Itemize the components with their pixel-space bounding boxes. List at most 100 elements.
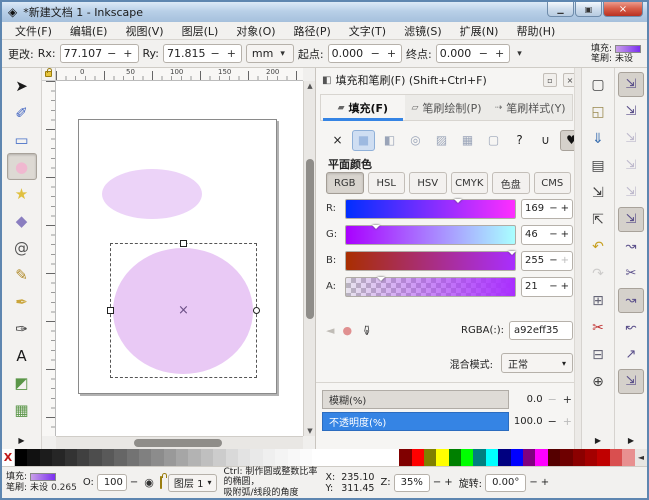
red-plus-button[interactable]: + bbox=[561, 203, 569, 214]
alpha-minus-button[interactable]: − bbox=[549, 281, 557, 292]
minimize-button[interactable]: ▁ bbox=[547, 2, 574, 17]
colorspace-rgb[interactable]: RGB bbox=[326, 172, 364, 194]
blue-spinbox[interactable]: 255 − + bbox=[521, 251, 573, 271]
snap-node-button[interactable]: ⇲ bbox=[618, 207, 644, 232]
menu-help[interactable]: 帮助(H) bbox=[507, 22, 564, 40]
zoom-minus-button[interactable]: − bbox=[433, 477, 441, 488]
close-button[interactable]: × bbox=[603, 2, 643, 17]
layer-lock-icon[interactable] bbox=[160, 477, 162, 488]
vertical-scrollbar-thumb[interactable] bbox=[306, 159, 314, 319]
palette-swatch[interactable] bbox=[374, 449, 386, 466]
palette-swatch[interactable] bbox=[337, 449, 349, 466]
palette-swatch[interactable] bbox=[77, 449, 89, 466]
fill-stroke-indicator[interactable]: 填充: 笔刷: 未设 bbox=[591, 44, 641, 64]
fill-rule-even-odd-button[interactable]: ∪ bbox=[534, 130, 557, 151]
palette-swatch[interactable] bbox=[52, 449, 64, 466]
start-value[interactable]: 0.000 bbox=[332, 47, 366, 60]
canvas-viewport[interactable]: × bbox=[56, 81, 303, 436]
rx-value[interactable]: 77.107 bbox=[64, 47, 103, 60]
ry-plus-button[interactable]: + bbox=[225, 47, 238, 60]
palette-swatch[interactable] bbox=[486, 449, 498, 466]
start-spinbox[interactable]: 0.000 − + bbox=[328, 44, 402, 63]
red-minus-button[interactable]: − bbox=[549, 203, 557, 214]
horizontal-scrollbar-thumb[interactable] bbox=[134, 439, 222, 447]
colorspace-cmyk[interactable]: CMYK bbox=[451, 172, 489, 194]
palette-swatch[interactable] bbox=[40, 449, 52, 466]
box-3d-tool[interactable]: ◆ bbox=[7, 207, 37, 234]
palette-swatch[interactable] bbox=[250, 449, 262, 466]
palette-swatch[interactable] bbox=[424, 449, 436, 466]
object-opacity-minus-button[interactable]: − bbox=[130, 477, 138, 488]
gradient-tool[interactable]: ◩ bbox=[7, 369, 37, 396]
mesh-gradient-tool[interactable]: ▦ bbox=[7, 396, 37, 423]
alpha-spinbox[interactable]: 21 − + bbox=[521, 277, 573, 297]
palette-swatch[interactable] bbox=[511, 449, 523, 466]
palette-swatch[interactable] bbox=[622, 449, 634, 466]
menu-path[interactable]: 路径(P) bbox=[285, 22, 340, 40]
palette-swatch[interactable] bbox=[399, 449, 411, 466]
blur-plus-button[interactable]: + bbox=[562, 393, 573, 406]
text-tool[interactable]: A bbox=[7, 342, 37, 369]
menu-extensions[interactable]: 扩展(N) bbox=[451, 22, 508, 40]
red-spinbox[interactable]: 169 − + bbox=[521, 199, 573, 219]
green-value[interactable]: 46 bbox=[525, 229, 546, 240]
snap-path-button[interactable]: ↝ bbox=[618, 234, 644, 259]
menu-filters[interactable]: 滤镜(S) bbox=[395, 22, 451, 40]
palette-swatch[interactable] bbox=[387, 449, 399, 466]
radial-gradient-button[interactable]: ◎ bbox=[404, 130, 427, 151]
flat-color-button[interactable]: ■ bbox=[352, 130, 375, 151]
green-minus-button[interactable]: − bbox=[549, 229, 557, 240]
cut-button[interactable]: ✂ bbox=[585, 315, 611, 340]
palette-swatch[interactable] bbox=[114, 449, 126, 466]
ruler-corner[interactable] bbox=[42, 68, 56, 81]
linear-gradient-button[interactable]: ◧ bbox=[378, 130, 401, 151]
palette-swatch[interactable] bbox=[585, 449, 597, 466]
horizontal-scrollbar[interactable] bbox=[56, 436, 303, 449]
snap-path-intersection-button[interactable]: ✂ bbox=[618, 261, 644, 286]
colorspace-cms[interactable]: CMS bbox=[534, 172, 572, 194]
maximize-button[interactable]: ▣ bbox=[575, 2, 602, 17]
menu-text[interactable]: 文字(T) bbox=[340, 22, 395, 40]
unknown-paint-button[interactable]: ? bbox=[508, 130, 531, 151]
swatch-button[interactable]: ▢ bbox=[482, 130, 505, 151]
palette-swatch[interactable] bbox=[312, 449, 324, 466]
snap-bbox-corner-button[interactable]: ⇲ bbox=[618, 153, 644, 178]
colorspace-wheel[interactable]: 色盘 bbox=[492, 172, 530, 194]
palette-swatch[interactable] bbox=[350, 449, 362, 466]
palette-swatch[interactable] bbox=[15, 449, 27, 466]
print-button[interactable]: ▤ bbox=[585, 153, 611, 178]
alpha-value[interactable]: 21 bbox=[525, 281, 546, 292]
blur-value[interactable]: 0.0 bbox=[513, 394, 543, 405]
rotation-minus-button[interactable]: − bbox=[529, 477, 537, 488]
red-slider[interactable] bbox=[345, 199, 516, 219]
rectangle-tool[interactable]: ▭ bbox=[7, 126, 37, 153]
palette-swatch[interactable] bbox=[362, 449, 374, 466]
zoom-drawing-button[interactable]: ⊕ bbox=[585, 369, 611, 394]
arc-handle[interactable] bbox=[253, 307, 260, 314]
green-plus-button[interactable]: + bbox=[561, 229, 569, 240]
end-minus-button[interactable]: − bbox=[477, 47, 490, 60]
blue-value[interactable]: 255 bbox=[525, 255, 546, 266]
colorspace-hsv[interactable]: HSV bbox=[409, 172, 447, 194]
palette-swatch[interactable] bbox=[151, 449, 163, 466]
guide-lock-icon[interactable] bbox=[45, 71, 52, 77]
pen-tool[interactable]: ✒ bbox=[7, 288, 37, 315]
zoom-input[interactable]: 35% bbox=[394, 474, 430, 492]
palette-swatch[interactable] bbox=[188, 449, 200, 466]
pattern-button[interactable]: ▦ bbox=[456, 130, 479, 151]
opacity-minus-button[interactable]: − bbox=[547, 415, 558, 428]
snap-enable-button[interactable]: ⇲ bbox=[618, 72, 644, 97]
palette-swatch[interactable] bbox=[449, 449, 461, 466]
save-document-button[interactable]: ⇓ bbox=[585, 126, 611, 151]
blue-minus-button[interactable]: − bbox=[549, 255, 557, 266]
no-color-swatch[interactable]: X bbox=[2, 449, 15, 466]
menu-layer[interactable]: 图层(L) bbox=[173, 22, 228, 40]
palette-swatch[interactable] bbox=[176, 449, 188, 466]
layer-selector[interactable]: 图层 1 ▾ bbox=[168, 474, 218, 492]
tab-stroke-style[interactable]: ⇢ 笔刷样式(Y) bbox=[488, 95, 572, 120]
palette-swatch[interactable] bbox=[523, 449, 535, 466]
paste-button[interactable]: ⊟ bbox=[585, 342, 611, 367]
palette-swatch[interactable] bbox=[461, 449, 473, 466]
vertical-scrollbar[interactable]: ▲ ▼ bbox=[303, 81, 315, 436]
menu-file[interactable]: 文件(F) bbox=[6, 22, 61, 40]
